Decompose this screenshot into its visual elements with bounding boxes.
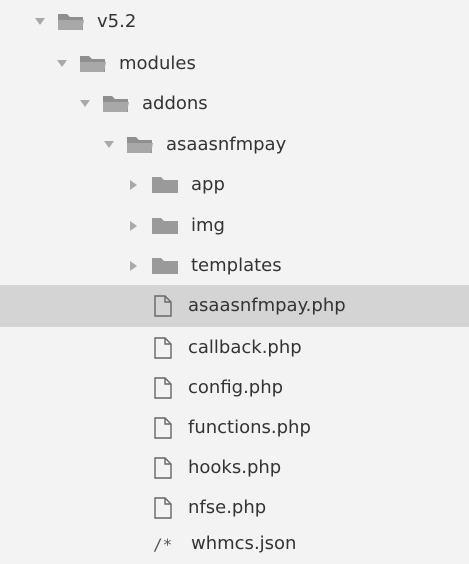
folder-open-icon <box>102 94 130 114</box>
tree-item-label: app <box>191 174 225 195</box>
tree-item-label: templates <box>191 255 282 276</box>
tree-item-callback-php[interactable]: callback.php <box>0 328 469 368</box>
tree-item-whmcs-json[interactable]: /* whmcs.json <box>0 524 469 564</box>
folder-icon <box>151 216 179 236</box>
folder-icon <box>151 256 179 276</box>
tree-item-img[interactable]: img <box>0 206 469 246</box>
tree-item-label: v5.2 <box>97 11 137 32</box>
triangle-right-icon[interactable] <box>127 259 141 273</box>
tree-item-label: hooks.php <box>188 457 282 478</box>
triangle-down-icon[interactable] <box>55 57 69 71</box>
triangle-down-icon[interactable] <box>33 15 47 29</box>
tree-item-templates[interactable]: templates <box>0 246 469 286</box>
file-icon <box>153 497 173 519</box>
tree-item-modules[interactable]: modules <box>0 44 469 84</box>
file-icon <box>153 377 173 399</box>
tree-item-label: asaasnfmpay <box>166 134 287 155</box>
triangle-right-icon[interactable] <box>127 219 141 233</box>
tree-item-hooks-php[interactable]: hooks.php <box>0 448 469 488</box>
tree-item-addons[interactable]: addons <box>0 84 469 124</box>
tree-item-label: functions.php <box>188 417 311 438</box>
tree-item-label: asaasnfmpay.php <box>188 295 346 316</box>
file-icon <box>153 417 173 439</box>
triangle-down-icon[interactable] <box>102 138 116 152</box>
folder-open-icon <box>126 135 154 155</box>
triangle-down-icon[interactable] <box>78 97 92 111</box>
tree-item-label: callback.php <box>188 337 302 358</box>
tree-item-app[interactable]: app <box>0 165 469 205</box>
json-comment-icon: /* <box>153 534 173 554</box>
tree-item-label: whmcs.json <box>191 533 297 554</box>
file-icon <box>153 337 173 359</box>
folder-open-icon <box>79 54 107 74</box>
folder-icon <box>151 175 179 195</box>
folder-open-icon <box>57 12 85 32</box>
file-icon <box>153 457 173 479</box>
tree-item-label: config.php <box>188 377 284 398</box>
tree-item-label: nfse.php <box>188 497 267 518</box>
tree-item-functions-php[interactable]: functions.php <box>0 408 469 448</box>
tree-item-label: img <box>191 215 225 236</box>
tree-item-nfse-php[interactable]: nfse.php <box>0 488 469 528</box>
file-tree: v5.2 modules addons asaasnfmpay app img … <box>0 0 469 558</box>
tree-item-v5-2[interactable]: v5.2 <box>0 2 469 42</box>
tree-item-config-php[interactable]: config.php <box>0 368 469 408</box>
tree-item-asaasnfmpay-php[interactable]: asaasnfmpay.php <box>0 285 469 327</box>
tree-item-asaasnfmpay[interactable]: asaasnfmpay <box>0 125 469 165</box>
triangle-right-icon[interactable] <box>127 178 141 192</box>
tree-item-label: addons <box>142 93 208 114</box>
tree-item-label: modules <box>119 53 196 74</box>
file-icon <box>153 295 173 317</box>
